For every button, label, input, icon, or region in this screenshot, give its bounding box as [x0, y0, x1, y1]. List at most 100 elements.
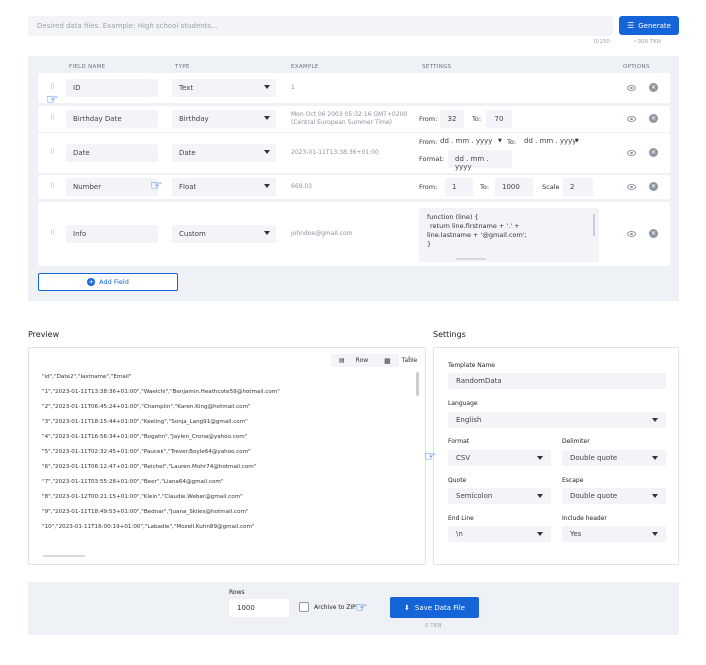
field-type-select[interactable]: Birthday	[172, 110, 276, 128]
delimiter-value: Double quote	[570, 454, 618, 462]
drag-handle-icon[interactable]: ⠿	[50, 229, 55, 237]
custom-code-editor[interactable]: function (line) { return line.firstname …	[419, 208, 599, 262]
preview-line: "4","2023-01-11T16:56:34+01:00","Bogahn"…	[42, 434, 248, 440]
preview-line: "2","2023-01-11T06:45:24+01:00","Champli…	[42, 404, 251, 410]
from-date-input[interactable]: dd . mm . yyyy	[440, 137, 492, 145]
end-line-value: \n	[456, 530, 463, 538]
from-label: From:	[419, 183, 438, 191]
field-name-input[interactable]: Info	[66, 225, 158, 243]
template-name-label: Template Name	[448, 362, 495, 369]
visibility-icon[interactable]	[627, 116, 636, 122]
settings-panel: Template Name RandomData Language Englis…	[433, 347, 679, 565]
visibility-icon[interactable]	[627, 184, 636, 190]
table-icon: ▦	[384, 356, 391, 365]
field-row: ⠿ Info Custom johndoe@gmail.com function…	[38, 202, 670, 266]
pointer-hand-icon: ☞	[424, 449, 437, 465]
quote-label: Quote	[448, 477, 467, 484]
include-header-value: Yes	[570, 530, 582, 538]
date-format-input[interactable]: dd . mm . yyyy	[448, 150, 512, 171]
field-type-value: Float	[179, 183, 197, 191]
archive-zip-checkbox[interactable]	[299, 602, 309, 612]
end-line-select[interactable]: \n	[448, 526, 551, 542]
preview-scrollbar-vertical[interactable]	[416, 372, 419, 396]
field-type-select[interactable]: Text	[172, 79, 276, 97]
col-head-type: TYPE	[175, 64, 190, 70]
caret-down-icon	[537, 456, 543, 460]
field-row: ⠿ Birthday Date Birthday Mon Oct 06 2003…	[38, 106, 670, 132]
row-view-button[interactable]: ▤ Row	[331, 357, 376, 364]
generate-button[interactable]: ☰ Generate	[619, 16, 679, 35]
field-example: Mon Oct 06 2003 05:32:16 GMT+0200 (Centr…	[291, 111, 408, 126]
visibility-icon[interactable]	[627, 231, 636, 237]
field-type-value: Birthday	[179, 115, 209, 123]
add-field-button[interactable]: + Add Field	[38, 273, 178, 291]
preview-title: Preview	[28, 330, 60, 339]
to-input[interactable]: 1000	[495, 178, 533, 196]
table-view-button[interactable]: ▦ Table	[376, 357, 425, 365]
escape-label: Escape	[562, 477, 584, 484]
language-value: English	[456, 416, 482, 424]
preview-line: "9","2023-01-11T18:49:53+01:00","Bednar"…	[42, 509, 249, 515]
editor-scrollbar[interactable]	[593, 214, 595, 236]
escape-select[interactable]: Double quote	[562, 488, 666, 504]
remove-icon[interactable]: ✕	[649, 182, 658, 191]
scale-input[interactable]: 2	[563, 178, 593, 196]
field-row: ⠿ ID Text 1 ✕	[38, 73, 670, 103]
field-example: 2023-01-11T13:38:36+01:00	[291, 149, 379, 156]
remove-icon[interactable]: ✕	[649, 148, 658, 157]
field-type-select[interactable]: Float	[172, 178, 276, 196]
field-type-select[interactable]: Custom	[172, 225, 276, 243]
from-input[interactable]: 1	[445, 178, 473, 196]
visibility-icon[interactable]	[627, 150, 636, 156]
remove-icon[interactable]: ✕	[649, 229, 658, 238]
language-select[interactable]: English	[448, 412, 666, 428]
to-input[interactable]: 70	[486, 110, 512, 128]
caret-down-icon	[652, 456, 658, 460]
field-example: johndoe@gmail.com	[291, 230, 353, 237]
col-head-options: OPTIONS	[623, 64, 650, 70]
preview-scrollbar-horizontal[interactable]	[43, 555, 85, 557]
expand-icon[interactable]: ⤡	[408, 355, 414, 364]
save-button-label: Save Data File	[414, 603, 465, 612]
quote-value: Semicolon	[456, 492, 493, 500]
prompt-input[interactable]: Desired data files. Example: High school…	[28, 16, 613, 36]
to-label: To:	[507, 138, 517, 146]
drag-handle-icon[interactable]: ⠿	[50, 182, 55, 190]
from-label: From:	[419, 115, 438, 123]
code-line: return line.firstname + '.' +	[430, 222, 520, 230]
field-type-select[interactable]: Date	[172, 144, 276, 162]
quote-select[interactable]: Semicolon	[448, 488, 551, 504]
field-name-input[interactable]: Birthday Date	[66, 110, 158, 128]
drag-handle-icon[interactable]: ⠿	[50, 148, 55, 156]
preview-panel: "id","Date2","lastname","Email" "1","202…	[28, 347, 426, 565]
col-head-example: EXAMPLE	[291, 64, 319, 70]
drag-handle-icon[interactable]: ⠿	[50, 114, 55, 122]
remove-icon[interactable]: ✕	[649, 114, 658, 123]
to-date-input[interactable]: dd . mm . yyyy	[524, 137, 576, 145]
include-header-select[interactable]: Yes	[562, 526, 666, 542]
save-data-file-button[interactable]: ⬇ Save Data File	[390, 597, 479, 618]
delimiter-select[interactable]: Double quote	[562, 450, 666, 466]
template-name-input[interactable]: RandomData	[448, 373, 666, 389]
generate-button-label: Generate	[638, 21, 671, 30]
to-label: To:	[472, 115, 482, 123]
rows-input[interactable]: 1000	[229, 599, 289, 617]
pointer-hand-icon: ☞	[355, 600, 368, 616]
format-select[interactable]: CSV	[448, 450, 551, 466]
from-input[interactable]: 32	[440, 110, 464, 128]
format-value: CSV	[456, 454, 471, 462]
field-type-value: Text	[179, 84, 194, 92]
field-name-input[interactable]: Date	[66, 144, 158, 162]
caret-down-icon	[537, 494, 543, 498]
field-row: ⠿ Number Float 669.03 From: 1 To: 1000 S…	[38, 175, 670, 199]
from-label: From:	[419, 138, 438, 146]
fields-panel: FIELD NAME TYPE EXAMPLE SETTINGS OPTIONS…	[28, 56, 679, 301]
remove-icon[interactable]: ✕	[649, 83, 658, 92]
end-line-label: End Line	[448, 515, 474, 522]
drag-handle-icon[interactable]: ⠿	[50, 83, 55, 91]
visibility-icon[interactable]	[627, 85, 636, 91]
field-name-input[interactable]: Number	[66, 178, 158, 196]
save-cost: 0 TKN	[425, 623, 442, 629]
editor-scrollbar[interactable]	[456, 258, 486, 260]
field-name-input[interactable]: ID	[66, 79, 158, 97]
